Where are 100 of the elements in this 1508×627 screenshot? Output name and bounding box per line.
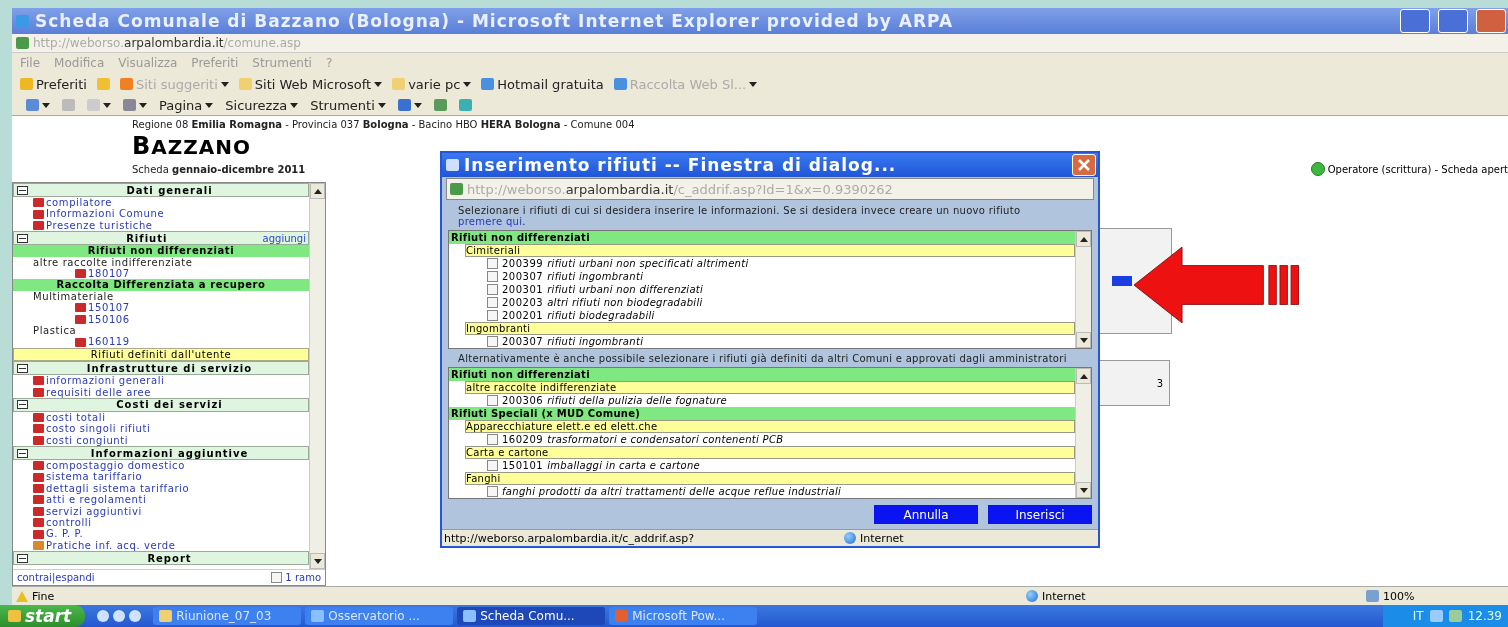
- quick-launch-icon[interactable]: [129, 610, 142, 622]
- collapse-toggle-icon[interactable]: [17, 448, 28, 458]
- section-title: Rifiuti: [125, 232, 169, 244]
- tree-link[interactable]: compostaggio domestico: [46, 460, 185, 472]
- favorite-link[interactable]: varie pc: [392, 76, 472, 92]
- dialog-title: Inserimento rifiuti -- Finestra di dialog...: [464, 155, 898, 175]
- checkbox[interactable]: [271, 572, 283, 583]
- checkbox[interactable]: [487, 271, 498, 282]
- address-bar[interactable]: http://weborso.arpalombardia.it/c_addrif.asp?Id=1&x=0.9390262: [446, 178, 1094, 200]
- tree-link[interactable]: dettagli sistema tariffario: [46, 482, 190, 495]
- add-link[interactable]: aggiungi: [262, 232, 308, 244]
- tree-control-link[interactable]: espandi: [55, 572, 95, 583]
- tree-link[interactable]: costi totali: [46, 411, 106, 424]
- favorite-link[interactable]: Preferiti: [20, 76, 87, 92]
- collapse-toggle-icon[interactable]: [17, 185, 28, 195]
- collapse-toggle-icon[interactable]: [17, 363, 28, 373]
- caret-icon: [377, 102, 386, 108]
- caret-icon: [42, 102, 50, 108]
- toolbar-button[interactable]: [87, 99, 111, 111]
- tree-link[interactable]: costi congiunti: [46, 434, 129, 447]
- waste-code: 150101: [502, 459, 544, 472]
- tree-link[interactable]: atti e regolamenti: [46, 494, 147, 506]
- toolbar-menu[interactable]: Sicurezza: [225, 97, 299, 113]
- close-button[interactable]: [1476, 9, 1506, 33]
- group-header: Rifiuti non differenziati: [13, 245, 309, 257]
- tree-link[interactable]: 150107: [88, 302, 130, 314]
- group-header: Rifiuti non differenziati: [449, 231, 1075, 244]
- quick-launch-icon[interactable]: [113, 610, 126, 622]
- collapse-toggle-icon[interactable]: [17, 553, 28, 563]
- close-button[interactable]: [1072, 154, 1096, 176]
- checkbox[interactable]: [487, 297, 498, 308]
- waste-code: 200203: [502, 296, 544, 309]
- dialog-button[interactable]: Annulla: [874, 505, 978, 524]
- waste-code: 200307: [502, 335, 544, 348]
- toolbar-menu[interactable]: Pagina: [159, 97, 214, 113]
- minimize-button[interactable]: [1400, 9, 1430, 33]
- scrollbar[interactable]: [1075, 368, 1091, 498]
- waste-description: rifiuti della pulizia delle fognature: [547, 394, 727, 407]
- tree-link[interactable]: controlli: [46, 517, 92, 529]
- tree-link[interactable]: G. P. P.: [46, 528, 84, 540]
- category-header: Carta e cartone: [465, 446, 1075, 459]
- tree-link[interactable]: 150106: [88, 313, 130, 325]
- checkbox[interactable]: [487, 486, 498, 497]
- checkbox[interactable]: [487, 434, 498, 445]
- zoom-control[interactable]: 100%: [1366, 589, 1415, 603]
- dialog-button[interactable]: Inserisci: [988, 505, 1092, 524]
- page-title: BAZZANO: [132, 132, 252, 160]
- tree-link[interactable]: servizi aggiuntivi: [46, 505, 142, 518]
- toolbar-menu[interactable]: Strumenti: [310, 97, 386, 113]
- checkbox[interactable]: [487, 258, 498, 269]
- checkbox[interactable]: [487, 336, 498, 347]
- caret-icon: [139, 102, 147, 108]
- caret-icon: [413, 102, 422, 108]
- section-title: Report: [146, 552, 193, 564]
- checkbox[interactable]: [487, 460, 498, 471]
- waste-code: 200306: [502, 394, 544, 407]
- tree-link[interactable]: 180107: [88, 267, 130, 280]
- group-header: Rifiuti Speciali (x MUD Comune): [449, 407, 1075, 420]
- category-header: altre raccolte indifferenziate: [465, 381, 1075, 394]
- restore-button[interactable]: [1438, 9, 1468, 33]
- tree-link[interactable]: costo singoli rifiuti: [46, 423, 151, 435]
- waste-description: trasformatori e condensatori contenenti PCB: [547, 433, 784, 446]
- tree-link[interactable]: sistema tariffario: [46, 471, 143, 483]
- tree-link[interactable]: Informazioni Comune: [46, 208, 165, 220]
- tree-link[interactable]: 160119: [88, 336, 130, 348]
- tree-link[interactable]: compilatore: [46, 197, 113, 209]
- category-label: Plastica: [32, 324, 78, 337]
- collapse-toggle-icon[interactable]: [17, 400, 28, 410]
- group-header: Rifiuti non differenziati: [449, 368, 1075, 381]
- tree-control-link[interactable]: contrai: [17, 572, 52, 583]
- favorite-link[interactable]: Hotmail gratuita: [481, 76, 604, 92]
- user-defined-header[interactable]: Rifiuti definiti dall'utente: [13, 347, 309, 362]
- toolbar-button[interactable]: [123, 99, 147, 111]
- address-bar[interactable]: http://weborso.arpalombardia.it/comune.asp: [12, 34, 1508, 53]
- waste-code: 200201: [502, 309, 544, 322]
- checkbox[interactable]: [487, 310, 498, 321]
- period-label: Scheda gennaio-dicembre 2011: [132, 163, 306, 175]
- waste-description: altri rifiuti non biodegradabili: [547, 296, 703, 309]
- location-breadcrumb: Regione 08 Emilia Romagna - Provincia 037 Bologna - Bacino HBO HERA Bologna - Comune 004: [132, 119, 636, 130]
- checkbox[interactable]: [487, 284, 498, 295]
- checkbox[interactable]: [487, 395, 498, 406]
- waste-description: rifiuti ingombranti: [547, 335, 644, 348]
- toolbar-button[interactable]: [26, 99, 50, 111]
- globe-icon: [844, 532, 856, 544]
- tree-link[interactable]: informazioni generali: [46, 375, 165, 387]
- favorite-link[interactable]: Siti Web Microsoft: [238, 76, 383, 92]
- toolbar-button[interactable]: [397, 99, 422, 111]
- category-header: Apparecchiature elett.e ed elett.che: [465, 420, 1075, 433]
- tree-link[interactable]: requisiti delle aree: [46, 386, 152, 398]
- create-waste-link[interactable]: premere qui: [458, 216, 523, 227]
- scrollbar[interactable]: [1075, 231, 1091, 348]
- scrollbar[interactable]: [309, 183, 325, 569]
- quick-launch-icon[interactable]: [97, 610, 110, 622]
- caret-icon: [463, 81, 472, 87]
- tree-link[interactable]: Pratiche inf. acq. verde: [46, 539, 176, 552]
- collapse-toggle-icon[interactable]: [17, 233, 28, 243]
- waste-code: 200399: [502, 257, 544, 270]
- tree-link[interactable]: Presenze turistiche: [46, 219, 153, 232]
- caret-icon: [290, 102, 299, 108]
- taskbar-button[interactable]: Scheda Comu...: [457, 607, 606, 625]
